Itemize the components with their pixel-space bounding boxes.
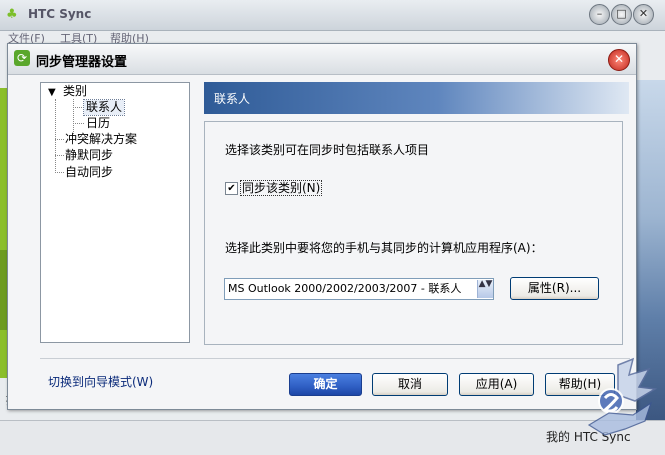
tree-item-category[interactable]: 类别 xyxy=(63,84,87,99)
checkmark-icon[interactable]: ✔ xyxy=(225,182,238,195)
contacts-settings-panel: 选择该类别可在同步时包括联系人项目 ✔ 同步该类别(N) 选择此类别中要将您的手机… xyxy=(204,121,623,345)
sync-manager-settings-dialog: ⟳ 同步管理器设置 ✕ ▼ 类别 联系人 日历 冲突解决方案 静默同步 自动同步… xyxy=(7,43,637,410)
tree-item-silent-sync[interactable]: 静默同步 xyxy=(65,148,113,163)
minimize-icon[interactable]: – xyxy=(589,4,610,25)
watermark-logo xyxy=(587,357,658,436)
ok-button[interactable]: 确定 xyxy=(289,373,362,396)
panel-header-title: 联系人 xyxy=(214,92,251,106)
tree-item-conflict-resolution[interactable]: 冲突解决方案 xyxy=(65,132,137,147)
tree-connector xyxy=(73,123,84,124)
tree-item-auto-sync[interactable]: 自动同步 xyxy=(65,165,113,180)
application-prompt: 选择此类别中要将您的手机与其同步的计算机应用程序(A)： xyxy=(225,241,543,255)
dropdown-arrow-icon[interactable]: ▲▼ xyxy=(477,280,493,298)
tree-connector xyxy=(73,107,84,108)
tree-connector xyxy=(55,172,64,173)
background-menubar: 文件(F) 工具(T) 帮助(H) xyxy=(0,30,665,45)
sync-category-checkbox[interactable]: ✔ 同步该类别(N) xyxy=(225,179,323,196)
switch-to-wizard-link[interactable]: 切换到向导模式(W) xyxy=(48,373,153,390)
category-description: 选择该类别可在同步时包括联系人项目 xyxy=(225,143,430,157)
apply-button[interactable]: 应用(A) xyxy=(459,373,534,396)
cancel-button[interactable]: 取消 xyxy=(372,373,448,396)
tree-connector xyxy=(55,99,56,173)
tree-item-contacts[interactable]: 联系人 xyxy=(82,99,126,116)
sync-icon: ⟳ xyxy=(14,50,30,66)
expand-icon[interactable]: ▼ xyxy=(48,85,56,100)
panel-header: 联系人 xyxy=(204,82,629,114)
background-window-title: HTC Sync xyxy=(28,7,92,21)
footer-divider xyxy=(40,358,630,359)
dialog-title: 同步管理器设置 xyxy=(36,55,128,70)
htc-sync-logo-icon: ♣ xyxy=(6,7,18,22)
tree-connector xyxy=(55,155,64,156)
application-select[interactable]: MS Outlook 2000/2002/2003/2007 - 联系人 ▲▼ xyxy=(224,278,494,300)
close-icon[interactable]: ✕ xyxy=(608,49,630,71)
properties-button[interactable]: 属性(R)... xyxy=(510,277,599,300)
category-tree: ▼ 类别 联系人 日历 冲突解决方案 静默同步 自动同步 xyxy=(40,82,190,343)
tree-item-calendar[interactable]: 日历 xyxy=(86,116,110,131)
maximize-icon[interactable]: □ xyxy=(611,4,632,25)
tree-connector xyxy=(73,99,74,136)
tree-connector xyxy=(55,139,64,140)
background-titlebar xyxy=(0,0,665,31)
application-select-value: MS Outlook 2000/2002/2003/2007 - 联系人 xyxy=(228,282,462,295)
background-close-icon[interactable]: ✕ xyxy=(633,4,654,25)
sync-category-label[interactable]: 同步该类别(N) xyxy=(239,180,323,196)
